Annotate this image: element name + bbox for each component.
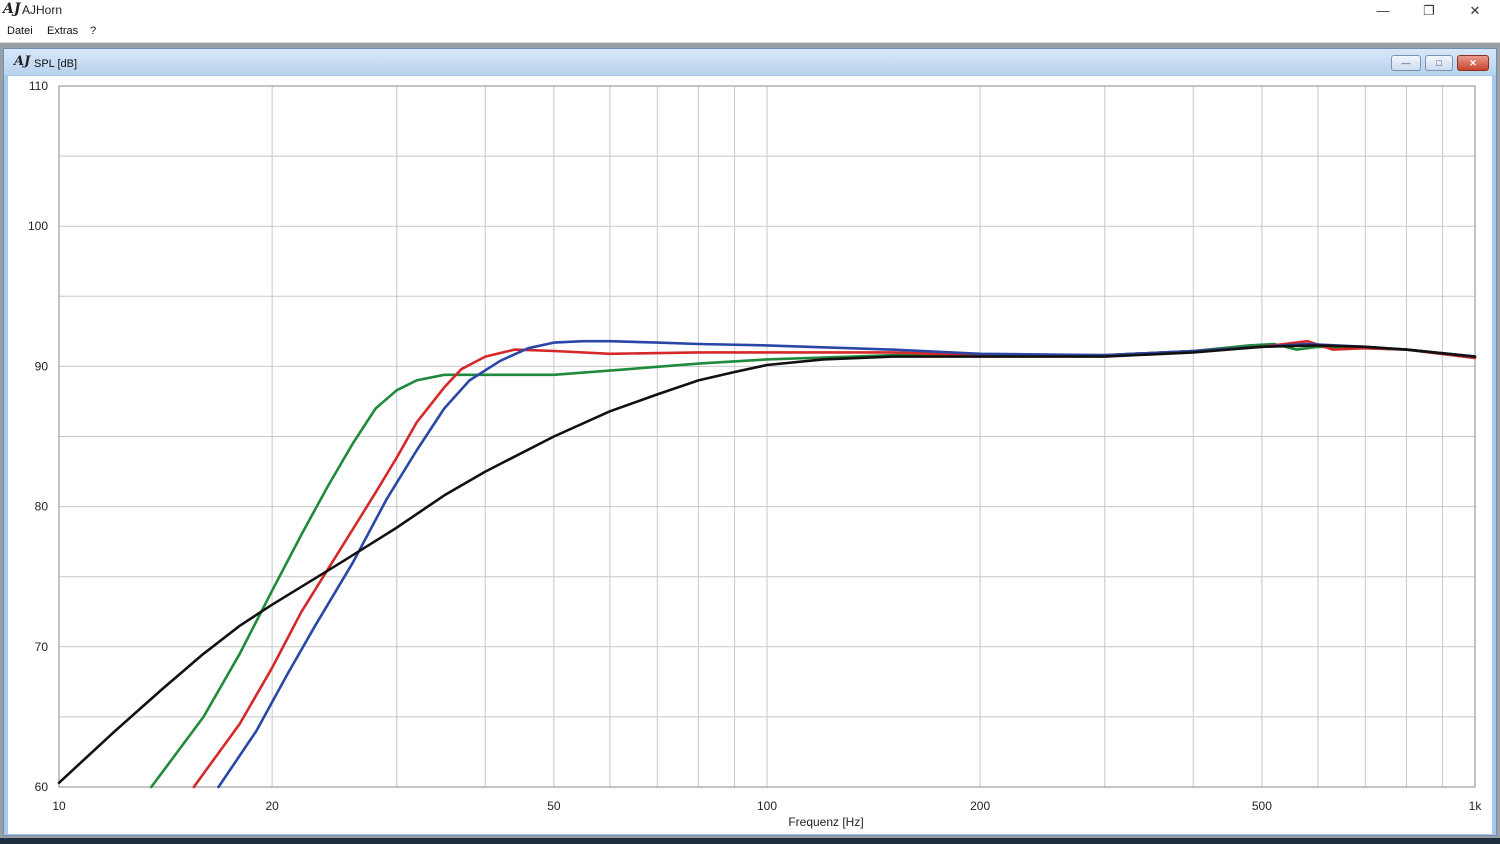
x-tick-label: 10 [52,799,66,813]
series-line-2 [192,339,1477,789]
x-tick-label: 200 [970,799,990,813]
x-tick-labels: 10 20 50 100 200 500 1k [52,799,1482,813]
x-tick-label: 500 [1252,799,1272,813]
y-tick-label: 110 [29,79,48,93]
grid-layer [59,86,1475,787]
x-tick-label: 50 [547,799,561,813]
y-tick-label: 90 [35,359,49,373]
x-tick-label: 100 [757,799,777,813]
taskbar-strip [0,838,1500,844]
x-tick-label: 20 [265,799,279,813]
x-axis-label: Frequenz [Hz] [788,815,863,829]
y-tick-label: 70 [35,640,49,654]
y-tick-label: 80 [35,500,49,514]
spl-chart: 60 70 80 90 100 110 10 20 50 100 200 500 1k Frequen… [28,79,1482,829]
y-tick-labels: 60 70 80 90 100 110 [28,79,48,794]
y-tick-label: 60 [35,780,49,794]
series-line-3 [217,339,1477,789]
y-tick-label: 100 [28,219,48,233]
x-tick-label: 1k [1469,799,1483,813]
